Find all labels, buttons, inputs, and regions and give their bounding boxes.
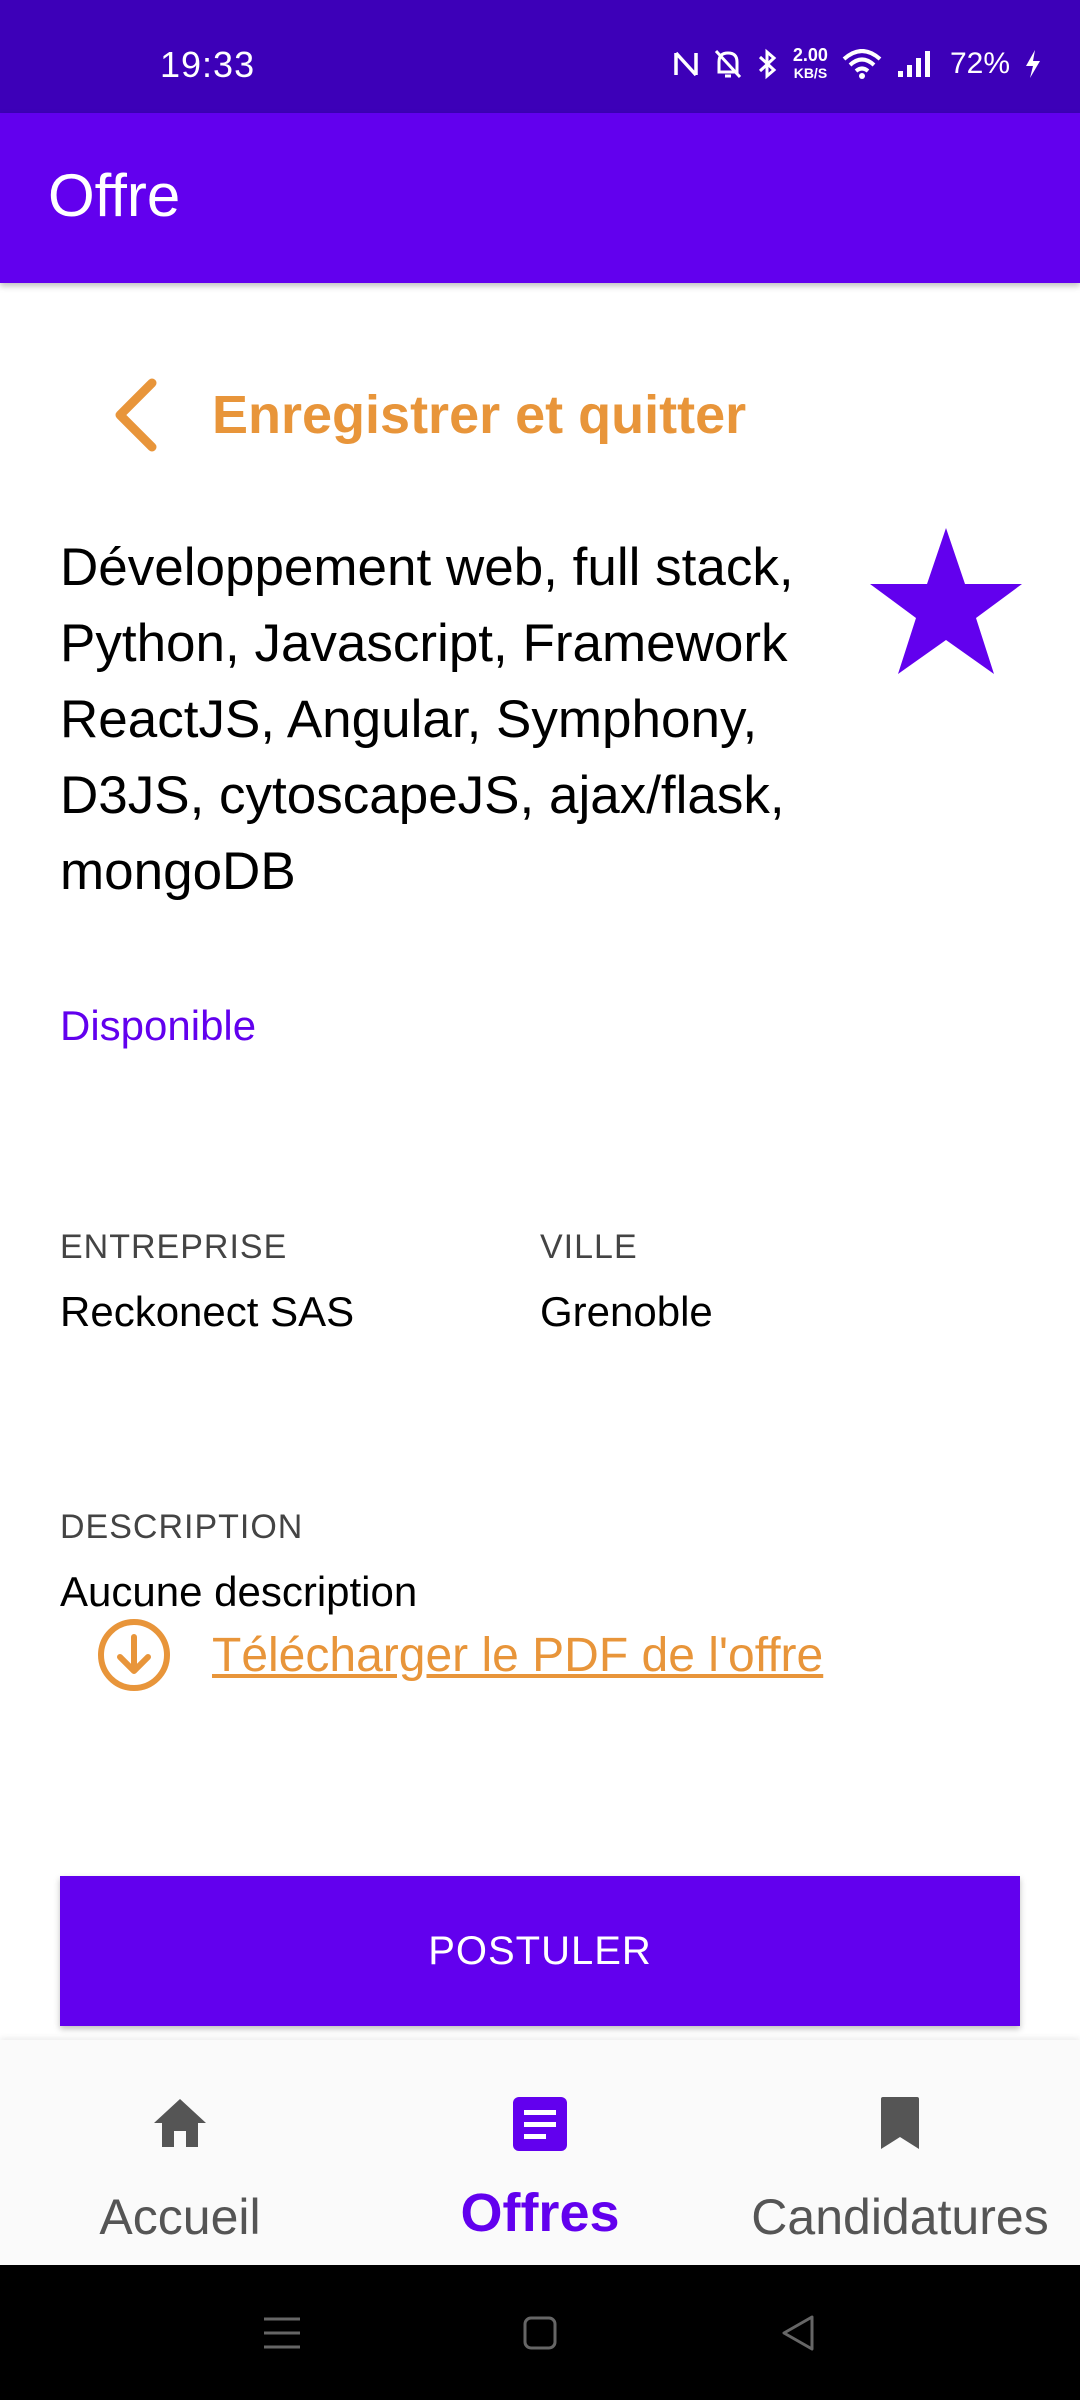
city-label: VILLE bbox=[540, 1228, 638, 1266]
mute-icon bbox=[714, 49, 742, 79]
app-bar: Offre bbox=[0, 113, 1080, 283]
download-pdf-label: Télécharger le PDF de l'offre bbox=[212, 1628, 824, 1682]
company-label: ENTREPRISE bbox=[60, 1228, 288, 1266]
nfc-icon bbox=[674, 51, 698, 77]
nav-label-applications: Candidatures bbox=[751, 2189, 1049, 2245]
menu-button[interactable] bbox=[222, 2265, 342, 2400]
signal-icon bbox=[897, 51, 930, 77]
company-value: Reckonect SAS bbox=[60, 1288, 355, 1335]
back-nav-button[interactable] bbox=[738, 2265, 858, 2400]
nav-item-applications[interactable]: Candidatures bbox=[720, 2040, 1080, 2265]
net-speed-unit: KB/S bbox=[793, 65, 828, 81]
charging-icon bbox=[1026, 50, 1040, 78]
page-title: Offre bbox=[48, 162, 181, 229]
battery-level: 72% bbox=[949, 47, 1010, 80]
save-and-quit-label: Enregistrer et quitter bbox=[212, 385, 747, 445]
bluetooth-icon bbox=[758, 48, 777, 80]
bottom-nav: Accueil Offres Candidatures bbox=[0, 2040, 1080, 2265]
nav-label-home: Accueil bbox=[99, 2189, 261, 2245]
download-pdf-link[interactable]: Télécharger le PDF de l'offre bbox=[96, 1615, 823, 1695]
nav-item-home[interactable]: Accueil bbox=[0, 2040, 360, 2265]
status-bar: 19:33 2.00 KB/S 72% bbox=[0, 0, 1080, 113]
net-speed-value: 2.00 bbox=[792, 45, 828, 65]
square-icon bbox=[523, 2316, 557, 2349]
status-icons: 2.00 KB/S 72% bbox=[673, 44, 1042, 84]
menu-icon bbox=[264, 2317, 300, 2348]
bookmark-icon bbox=[881, 2097, 919, 2149]
chevron-left-icon bbox=[115, 378, 157, 452]
wifi-icon bbox=[842, 49, 882, 79]
document-icon bbox=[513, 2097, 567, 2151]
apply-button[interactable]: POSTULER bbox=[60, 1876, 1020, 2026]
description-label: DESCRIPTION bbox=[60, 1508, 304, 1546]
home-nav-button[interactable] bbox=[480, 2265, 600, 2400]
offer-title: Développement web, full stack, Python, J… bbox=[60, 538, 794, 901]
nav-item-offers[interactable]: Offres bbox=[360, 2040, 720, 2265]
status-time: 19:33 bbox=[160, 44, 256, 85]
system-nav-bar bbox=[0, 2265, 1080, 2400]
nav-label-offers: Offres bbox=[460, 2183, 620, 2243]
save-and-quit-button[interactable]: Enregistrer et quitter bbox=[108, 375, 746, 455]
home-icon bbox=[154, 2099, 206, 2147]
download-circle-icon bbox=[98, 1619, 170, 1691]
city-value: Grenoble bbox=[540, 1288, 713, 1335]
net-speed: 2.00 KB/S bbox=[793, 46, 828, 82]
availability-status: Disponible bbox=[60, 1002, 257, 1049]
description-value: Aucune description bbox=[60, 1568, 418, 1615]
favorite-star-icon[interactable] bbox=[866, 524, 1026, 676]
back-triangle-icon bbox=[782, 2315, 814, 2350]
